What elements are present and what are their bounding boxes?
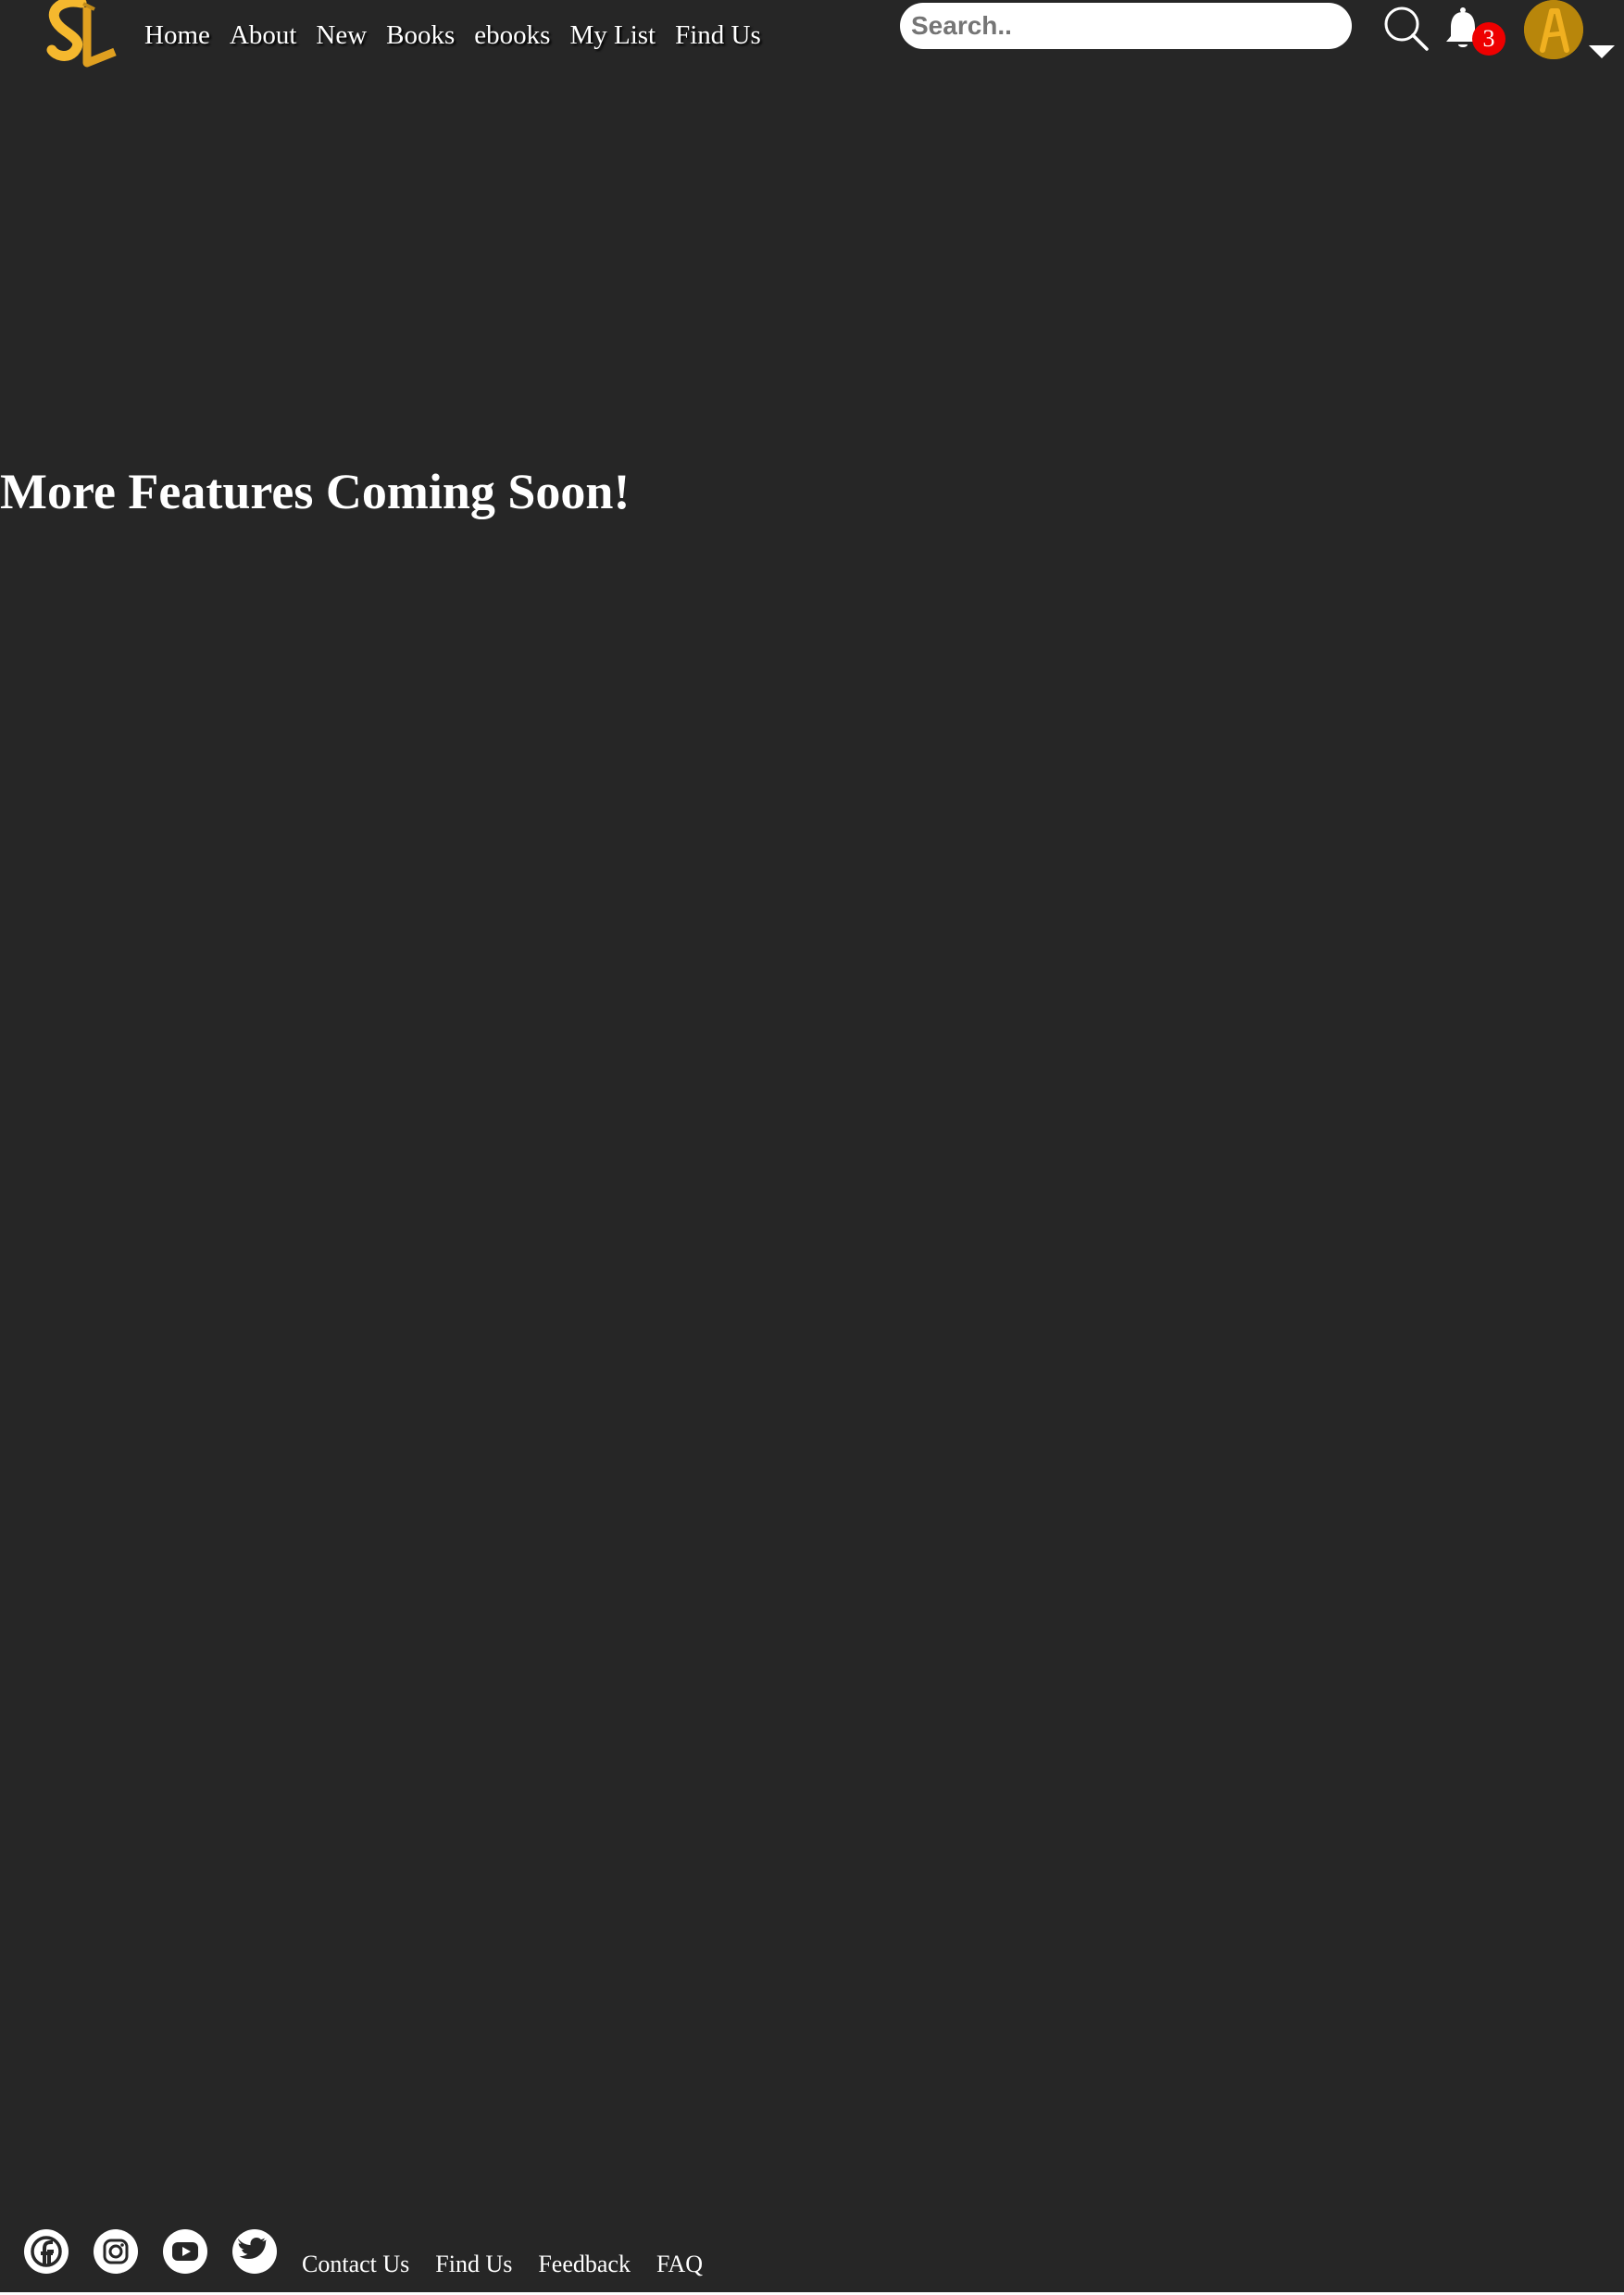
chevron-down-icon[interactable] [1587, 43, 1617, 61]
search-input[interactable] [900, 3, 1352, 49]
nav-find-us[interactable]: Find Us [675, 17, 761, 54]
top-navbar: Home About New Books ebooks My List Find… [0, 0, 1624, 70]
main-nav: Home About New Books ebooks My List Find… [144, 17, 781, 54]
nav-new[interactable]: New [316, 17, 367, 54]
instagram-link[interactable] [94, 2229, 138, 2274]
avatar-letter-icon [1524, 0, 1583, 59]
instagram-icon [103, 2239, 129, 2264]
footer-link-find-us[interactable]: Find Us [435, 2248, 512, 2281]
nav-ebooks[interactable]: ebooks [474, 17, 550, 54]
footer-link-faq[interactable]: FAQ [656, 2248, 703, 2281]
facebook-link[interactable] [24, 2229, 69, 2274]
search-icon[interactable] [1381, 4, 1430, 52]
page-title: More Features Coming Soon! [0, 464, 631, 519]
twitter-link[interactable] [232, 2229, 277, 2274]
avatar[interactable] [1524, 0, 1583, 59]
youtube-link[interactable] [163, 2229, 207, 2274]
youtube-icon [172, 2242, 198, 2261]
notification-count-badge: 3 [1472, 22, 1505, 56]
nav-about[interactable]: About [230, 17, 297, 54]
nav-books[interactable]: Books [386, 17, 455, 54]
footer: Contact Us Find Us Feedback FAQ [0, 2222, 1624, 2295]
footer-links: Contact Us Find Us Feedback FAQ [302, 2248, 729, 2281]
site-logo[interactable] [41, 0, 117, 72]
facebook-icon [31, 2236, 62, 2267]
footer-link-contact-us[interactable]: Contact Us [302, 2248, 409, 2281]
twitter-icon [238, 2238, 267, 2259]
nav-my-list[interactable]: My List [569, 17, 656, 54]
footer-link-feedback[interactable]: Feedback [538, 2248, 631, 2281]
nav-home[interactable]: Home [144, 17, 210, 54]
notifications-button[interactable]: 3 [1444, 6, 1505, 57]
